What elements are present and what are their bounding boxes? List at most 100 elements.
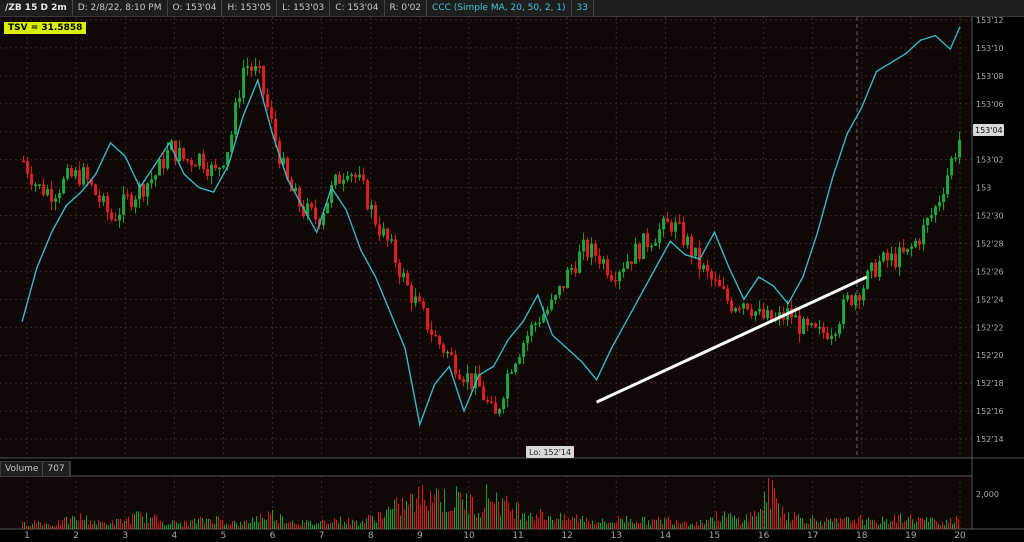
volume-bar: [48, 524, 50, 529]
volume-bar: [32, 523, 34, 529]
volume-bar: [516, 502, 518, 529]
volume-bar: [876, 523, 878, 529]
volume-bar: [154, 514, 156, 529]
volume-bar: [882, 516, 884, 529]
candle-body: [358, 174, 362, 178]
candle-body: [938, 202, 942, 207]
candle-body: [210, 164, 214, 177]
candle-body: [626, 261, 630, 269]
volume-bar: [934, 519, 936, 529]
tsv-badge[interactable]: TSV = 31.5858: [4, 22, 87, 34]
candle-body: [798, 315, 802, 334]
candle-body: [198, 153, 202, 166]
candle-body: [926, 218, 930, 226]
candle-body: [830, 335, 834, 339]
volume-bar: [176, 522, 178, 529]
volume-bar: [864, 524, 866, 529]
volume-bar: [200, 516, 202, 529]
candle-body: [946, 175, 950, 195]
candle-body: [234, 102, 238, 135]
volume-bar: [764, 491, 766, 529]
candle-body: [54, 198, 58, 202]
candle-body: [34, 184, 38, 187]
volume-bar: [896, 523, 898, 529]
candle-body: [122, 194, 126, 215]
volume-bar: [120, 518, 122, 529]
candle-body: [610, 275, 614, 281]
volume-bar: [922, 518, 924, 529]
candle-body: [630, 261, 634, 264]
volume-bar: [594, 524, 596, 529]
volume-bar: [212, 523, 214, 529]
volume-bar: [952, 524, 954, 529]
volume-bar: [24, 522, 26, 529]
volume-bar: [814, 518, 816, 529]
volume-bar: [282, 516, 284, 529]
volume-bar: [46, 523, 48, 529]
volume-bar: [950, 517, 952, 529]
volume-bar: [22, 521, 24, 529]
volume-bar: [164, 525, 166, 529]
volume-bar: [712, 517, 714, 529]
time-tick-label: 2: [73, 531, 79, 541]
volume-bar: [432, 502, 434, 529]
candle-body: [334, 174, 338, 186]
candle-body: [618, 272, 622, 282]
volume-bar: [610, 522, 612, 529]
volume-bar: [290, 522, 292, 529]
volume-bar: [334, 518, 336, 529]
volume-bar: [696, 521, 698, 529]
volume-bar: [658, 517, 660, 529]
candle-body: [750, 309, 754, 316]
volume-bar: [860, 514, 862, 529]
volume-bar: [328, 524, 330, 529]
volume-bar: [822, 524, 824, 529]
volume-bar: [82, 519, 84, 529]
volume-bar: [518, 502, 520, 529]
volume-bar: [830, 518, 832, 529]
volume-bar: [336, 519, 338, 529]
volume-bar: [198, 518, 200, 529]
volume-bar: [326, 523, 328, 529]
price-chart[interactable]: 153'12153'10153'08153'06153'04153'021531…: [0, 0, 1024, 542]
volume-bar: [158, 522, 160, 529]
volume-bar: [564, 514, 566, 529]
volume-bar: [156, 515, 158, 529]
candle-body: [558, 286, 562, 296]
price-tick-label: 152'28: [976, 239, 1004, 248]
volume-bar: [110, 523, 112, 529]
volume-bar: [338, 523, 340, 529]
volume-bar: [40, 522, 42, 529]
volume-bar: [774, 489, 776, 529]
volume-bar: [524, 513, 526, 529]
candle-body: [486, 400, 490, 402]
volume-bar: [914, 523, 916, 529]
candle-body: [642, 233, 646, 259]
volume-bar: [652, 519, 654, 529]
candle-body: [662, 218, 666, 230]
volume-bar: [646, 525, 648, 529]
volume-bar: [118, 519, 120, 529]
volume-bar: [816, 520, 818, 529]
candle-body: [238, 98, 242, 103]
volume-bar: [634, 523, 636, 529]
candle-body: [490, 401, 494, 403]
volume-bar: [588, 521, 590, 529]
volume-bar: [868, 517, 870, 529]
candle-body: [518, 357, 522, 364]
volume-bar: [460, 492, 462, 529]
candle-body: [958, 139, 962, 158]
volume-bar: [258, 522, 260, 529]
candle-body: [462, 379, 466, 383]
candle-body: [850, 295, 854, 305]
volume-bar: [228, 524, 230, 529]
volume-bar: [194, 518, 196, 529]
candle-body: [70, 167, 74, 177]
volume-bar: [726, 517, 728, 529]
volume-bar: [614, 522, 616, 529]
candle-body: [902, 247, 906, 252]
candle-body: [266, 94, 270, 108]
volume-bar: [468, 513, 470, 529]
volume-bar: [342, 525, 344, 529]
candle-body: [502, 398, 506, 409]
